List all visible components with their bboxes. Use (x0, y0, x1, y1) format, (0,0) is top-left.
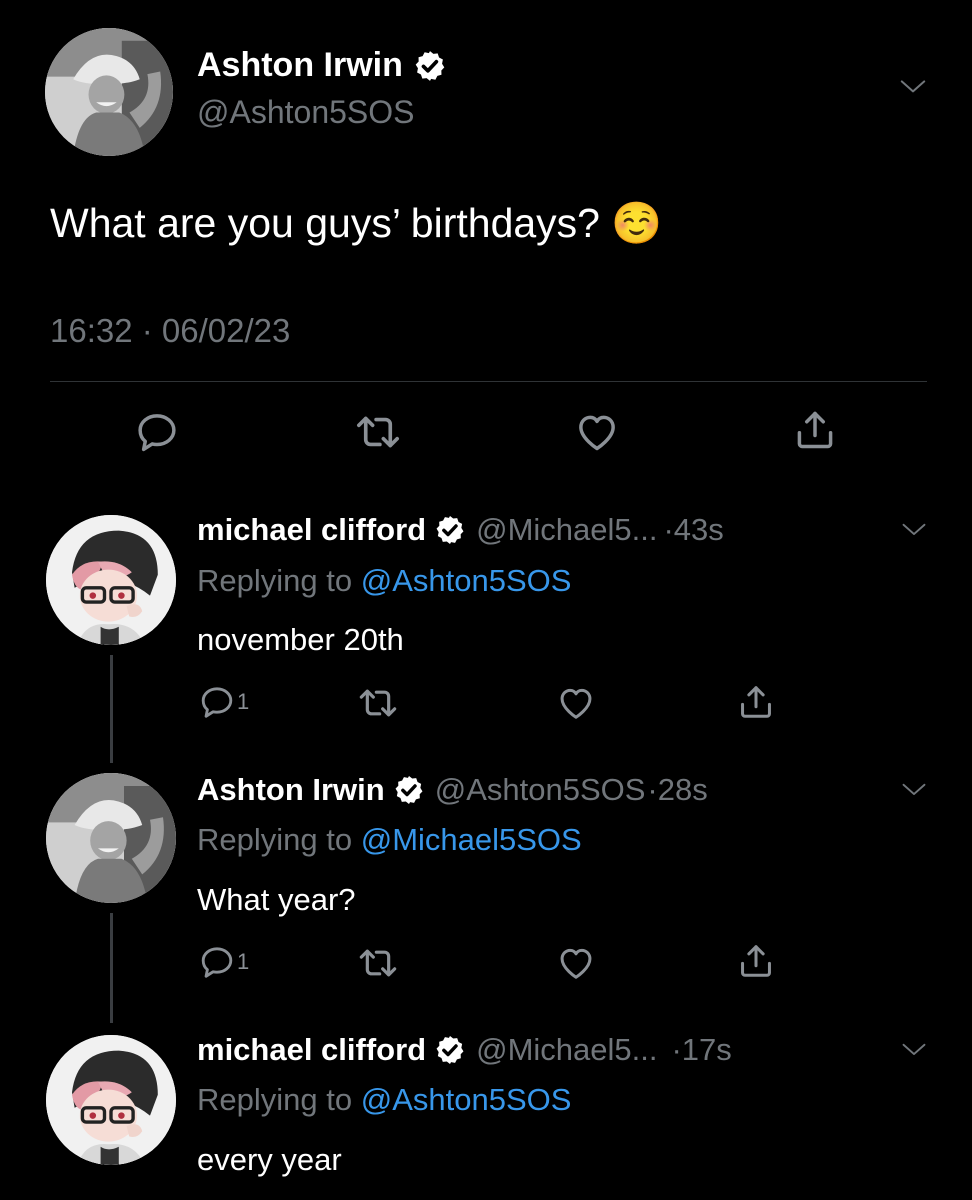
author-handle[interactable]: @Ashton5SOS (197, 94, 414, 131)
reply-avatar[interactable] (46, 515, 176, 645)
reply-button[interactable]: 1 (199, 944, 249, 980)
verified-badge-icon (413, 49, 447, 83)
chevron-down-icon[interactable] (900, 516, 928, 544)
reply-text: november 20th (197, 622, 404, 657)
tweet-timestamp[interactable]: 16:32 · 06/02/23 (50, 312, 290, 350)
reply-count: 1 (237, 949, 250, 974)
tweet-text: What are you guys’ birthdays? ☺️ (50, 200, 663, 246)
author-avatar[interactable] (45, 28, 173, 156)
replying-to: Replying to @Ashton5SOS (197, 563, 571, 599)
verified-badge-icon (434, 1034, 466, 1066)
heart-icon[interactable] (557, 944, 595, 982)
reply-avatar[interactable] (46, 1035, 176, 1165)
reply-author-name[interactable]: Ashton Irwin (197, 772, 385, 808)
share-icon[interactable] (793, 408, 837, 452)
reply-text: What year? (197, 882, 356, 917)
retweet-icon[interactable] (355, 409, 401, 455)
reply-icon (199, 944, 235, 980)
heart-icon[interactable] (575, 410, 619, 454)
reply-time[interactable]: ·28s (647, 772, 707, 808)
reply-author-name[interactable]: michael clifford (197, 1032, 426, 1068)
chevron-down-icon[interactable] (898, 72, 928, 102)
heart-icon[interactable] (557, 684, 595, 722)
author-display-name[interactable]: Ashton Irwin (197, 46, 447, 85)
reply-author-handle[interactable]: @Michael5... (476, 1032, 657, 1068)
avatar-photo (45, 28, 173, 156)
thread-line (110, 913, 113, 1023)
reply-time[interactable]: ·17s (671, 1032, 731, 1068)
reply-header: michael clifford @Michael5... ·43s (197, 512, 724, 548)
retweet-icon[interactable] (358, 683, 398, 723)
replying-to-link[interactable]: @Michael5SOS (361, 822, 582, 857)
thread-line (110, 655, 113, 763)
reply-avatar[interactable] (46, 773, 176, 903)
reply-icon[interactable] (135, 410, 179, 454)
replying-to-label: Replying to (197, 563, 361, 598)
replying-to: Replying to @Michael5SOS (197, 822, 582, 858)
reply-author-handle[interactable]: @Ashton5SOS (435, 772, 646, 808)
chevron-down-icon[interactable] (900, 1036, 928, 1064)
avatar-photo (46, 1035, 176, 1165)
reply-header: Ashton Irwin @Ashton5SOS ·28s (197, 772, 708, 808)
reply-author-name[interactable]: michael clifford (197, 512, 426, 548)
reply-header: michael clifford @Michael5... ·17s (197, 1032, 732, 1068)
replying-to-link[interactable]: @Ashton5SOS (361, 563, 572, 598)
avatar-photo (46, 773, 176, 903)
verified-badge-icon (393, 774, 425, 806)
reply-text: every year (197, 1142, 342, 1177)
reply-count: 1 (237, 689, 250, 714)
reply-author-handle[interactable]: @Michael5... (476, 512, 657, 548)
retweet-icon[interactable] (358, 943, 398, 983)
author-name-text: Ashton Irwin (197, 46, 403, 84)
avatar-photo (46, 515, 176, 645)
verified-badge-icon (434, 514, 466, 546)
reply-icon (199, 684, 235, 720)
share-icon[interactable] (737, 942, 775, 980)
chevron-down-icon[interactable] (900, 776, 928, 804)
replying-to-label: Replying to (197, 822, 361, 857)
reply-button[interactable]: 1 (199, 684, 249, 720)
reply-time[interactable]: ·43s (663, 512, 723, 548)
share-icon[interactable] (737, 683, 775, 721)
replying-to-link[interactable]: @Ashton5SOS (361, 1082, 572, 1117)
replying-to-label: Replying to (197, 1082, 361, 1117)
divider (50, 381, 927, 382)
replying-to: Replying to @Ashton5SOS (197, 1082, 571, 1118)
